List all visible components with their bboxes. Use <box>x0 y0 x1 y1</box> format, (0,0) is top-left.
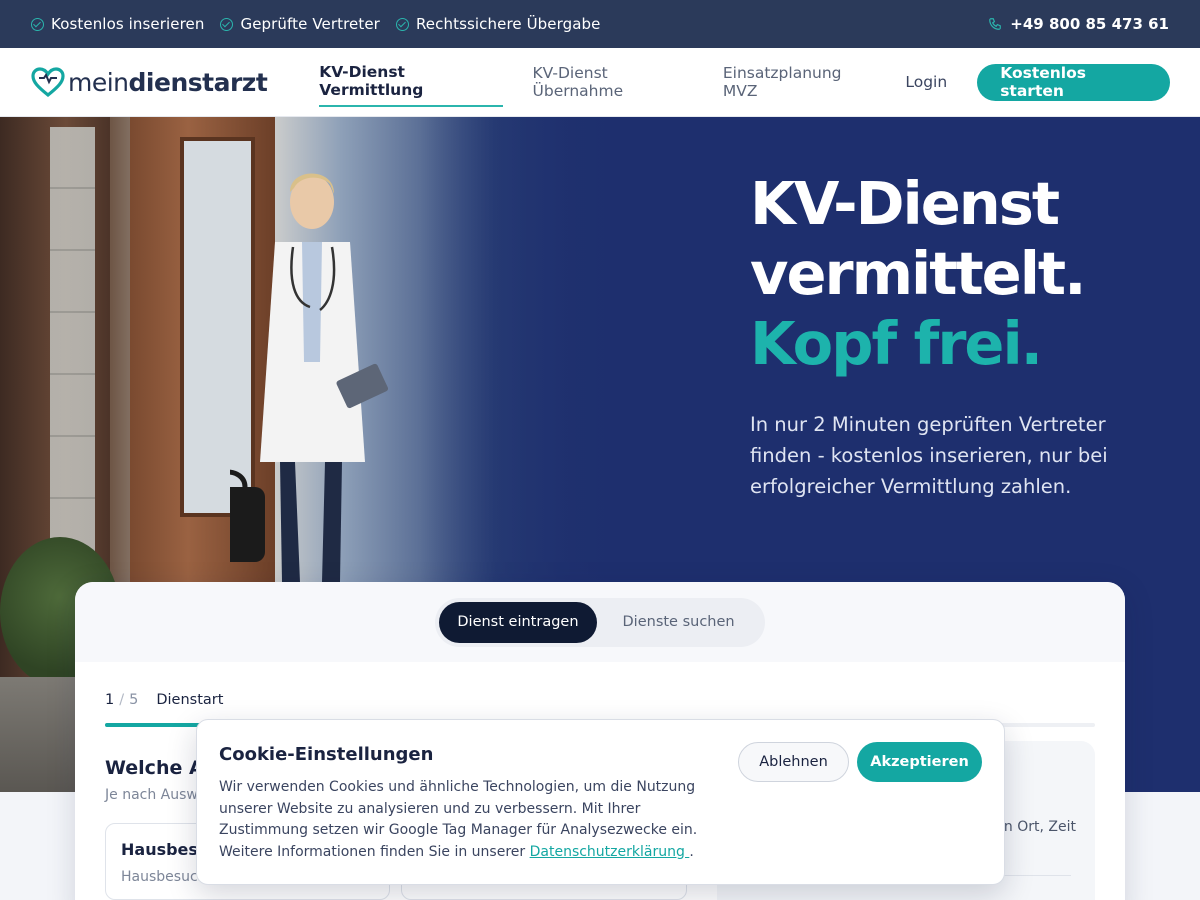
heart-logo-icon <box>31 67 65 98</box>
cookie-text: Wir verwenden Cookies und ähnliche Techn… <box>219 777 709 863</box>
mode-toggle: Dienst eintragen Dienste suchen <box>435 597 765 647</box>
form-question-hint: Je nach Ausw <box>105 787 198 803</box>
step-separator: / <box>119 692 125 708</box>
nav-item-einsatzplanung-mvz[interactable]: Einsatzplanung MVZ <box>723 58 872 106</box>
top-bar: Kostenlos inserieren Geprüfte Vertreter … <box>0 0 1200 48</box>
usp-item: Rechtssichere Übergabe <box>395 15 601 33</box>
hero-accent: Kopf frei. <box>750 309 1043 378</box>
logo-dienstarzt: dienstarzt <box>128 67 268 97</box>
hero-line-2: vermittelt. <box>750 239 1087 308</box>
accept-button[interactable]: Akzeptieren <box>857 742 982 782</box>
menu: KV-Dienst Vermittlung KV-Dienst Übernahm… <box>319 57 901 107</box>
toggle-dienst-eintragen[interactable]: Dienst eintragen <box>439 601 597 643</box>
logo-mein: mein <box>68 67 129 97</box>
start-free-button[interactable]: Kostenlos starten <box>977 63 1170 101</box>
logo[interactable]: meindienstarzt <box>30 66 268 98</box>
toggle-dienste-suchen[interactable]: Dienste suchen <box>597 602 761 643</box>
step-label: Dienstart <box>156 692 224 708</box>
cookie-text-end: . <box>689 843 694 860</box>
main-nav: meindienstarzt KV-Dienst Vermittlung KV-… <box>0 48 1200 117</box>
hero-subtitle: In nur 2 Minuten geprüften Vertreter fin… <box>750 413 1108 498</box>
step-total: 5 <box>129 692 139 708</box>
phone-link[interactable]: +49 800 85 473 61 <box>988 15 1169 33</box>
phone-number: +49 800 85 473 61 <box>1010 15 1169 33</box>
check-circle-icon <box>395 17 409 31</box>
form-card-header: Dienst eintragen Dienste suchen <box>75 582 1125 662</box>
info-snippet: in Ort, Zeit <box>1000 819 1076 835</box>
usp-label: Geprüfte Vertreter <box>240 15 380 33</box>
cookie-buttons: Ablehnen Akzeptieren <box>738 742 982 782</box>
hero-heading: KV-Dienst vermittelt. Kopf frei. <box>750 169 1087 379</box>
usp-label: Rechtssichere Übergabe <box>415 15 601 33</box>
logo-wordmark: meindienstarzt <box>68 67 268 97</box>
nav-item-kv-dienst-uebernahme[interactable]: KV-Dienst Übernahme <box>533 58 693 106</box>
decline-button[interactable]: Ablehnen <box>738 742 849 782</box>
cookie-banner: Cookie-Einstellungen Wir verwenden Cooki… <box>196 719 1005 885</box>
step-indicator: 1 / 5 Dienstart <box>105 692 223 708</box>
hero-line-1: KV-Dienst <box>750 169 1060 238</box>
usp-label: Kostenlos inserieren <box>51 15 205 33</box>
check-circle-icon <box>220 17 234 31</box>
step-current: 1 <box>105 692 115 708</box>
nav-item-kv-dienst-vermittlung[interactable]: KV-Dienst Vermittlung <box>319 57 503 107</box>
doctor-illustration <box>230 173 389 582</box>
login-link[interactable]: Login <box>905 73 947 91</box>
phone-icon <box>989 18 1002 30</box>
usp-item: Kostenlos inserieren <box>31 15 204 33</box>
check-circle-icon <box>31 17 44 31</box>
usp-item: Geprüfte Vertreter <box>220 15 380 33</box>
privacy-policy-link[interactable]: Datenschutzerklärung <box>530 844 690 860</box>
